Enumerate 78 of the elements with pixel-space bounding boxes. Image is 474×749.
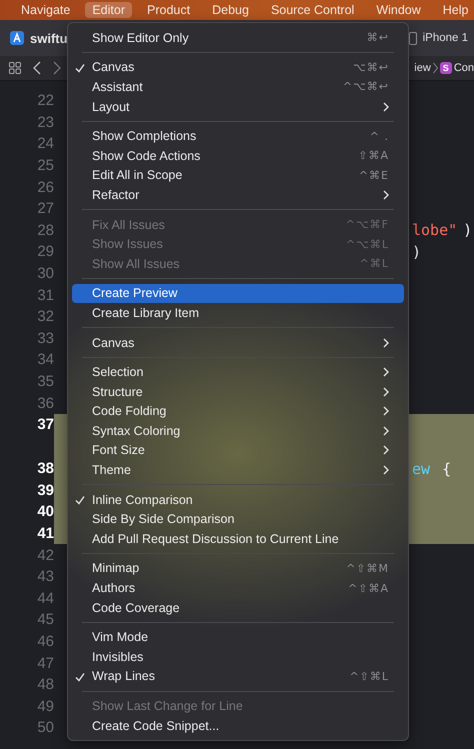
line-number: 43 xyxy=(36,568,54,586)
code-token: ) xyxy=(412,242,422,261)
menu-bar-item[interactable]: Product xyxy=(140,2,198,18)
back-icon[interactable] xyxy=(33,61,41,75)
menu-item[interactable]: Show Completions ^ . xyxy=(72,126,404,146)
line-number: 50 xyxy=(36,719,54,736)
line-number: 45 xyxy=(36,611,54,628)
line-number: 34 xyxy=(36,351,54,368)
menu-item[interactable]: Side By Side Comparison xyxy=(72,509,404,530)
breadcrumb-item[interactable]: Con xyxy=(454,62,474,74)
menu-item[interactable]: Show Editor Only ⌘↩ xyxy=(72,28,404,48)
line-number: 29 xyxy=(36,243,54,260)
menu-item[interactable]: Layout xyxy=(72,96,404,116)
menu-item[interactable]: Refactor xyxy=(72,185,404,205)
line-number: 42 xyxy=(36,546,54,564)
menu-item[interactable]: Invisibles xyxy=(72,647,404,667)
project-name[interactable]: swiftu xyxy=(30,30,68,46)
menu-bar-item[interactable]: Navigate xyxy=(14,2,78,18)
menu-item[interactable]: Assistant ^⌥⌘↩ xyxy=(72,77,404,97)
device-selector[interactable]: iPhone 1 xyxy=(422,32,468,44)
line-number: 36 xyxy=(36,394,54,412)
menu-item[interactable]: Canvas ⌥⌘↩ xyxy=(72,58,404,78)
line-number: 41 xyxy=(36,524,54,542)
menu-item[interactable]: Minimap ^⇧⌘M xyxy=(72,558,404,578)
menu-item[interactable]: Create Preview xyxy=(72,284,404,304)
breadcrumb-item[interactable]: iew xyxy=(414,62,431,74)
menu-item[interactable]: Selection xyxy=(72,362,404,382)
menu-item[interactable]: Create Library Item xyxy=(72,303,404,323)
line-number: 49 xyxy=(36,698,54,715)
menu-item[interactable]: Vim Mode xyxy=(72,627,404,648)
line-number: 22 xyxy=(36,92,54,110)
line-number: 40 xyxy=(36,503,54,520)
line-number: 25 xyxy=(36,157,54,174)
line-number: 32 xyxy=(36,308,54,326)
menu-item[interactable]: Canvas xyxy=(72,332,404,352)
line-number: 33 xyxy=(36,330,54,347)
menu-item[interactable]: Add Pull Request Discussion to Current Line xyxy=(72,529,404,549)
menu-item[interactable]: Inline Comparison xyxy=(72,490,404,510)
chevron-icon xyxy=(432,62,438,74)
menu-bar-item[interactable]: Source Control xyxy=(264,2,362,18)
grid-icon[interactable] xyxy=(9,62,21,74)
menu-item[interactable]: Font Size xyxy=(72,440,404,460)
menu-bar-item[interactable]: Help xyxy=(436,2,474,18)
menu-item[interactable]: Authors ^⇧⌘A xyxy=(72,578,404,598)
phone-icon xyxy=(408,32,417,44)
line-number: 26 xyxy=(36,178,54,196)
line-number: 47 xyxy=(36,654,54,672)
struct-badge: S xyxy=(440,62,452,74)
line-number: 23 xyxy=(36,114,54,131)
line-number: 27 xyxy=(36,200,54,218)
menu-item[interactable]: Structure xyxy=(72,382,404,402)
line-number: 37 xyxy=(36,414,54,433)
line-number: 44 xyxy=(36,590,54,607)
line-number: 31 xyxy=(36,286,54,304)
code-token: { xyxy=(442,460,452,478)
code-token: lobe" xyxy=(412,221,458,240)
menu-item[interactable]: Syntax Coloring xyxy=(72,421,404,441)
line-number: 39 xyxy=(36,482,54,499)
code-token: ) xyxy=(463,221,472,240)
line-number: 35 xyxy=(36,373,54,390)
menu-item[interactable]: Edit All in Scope ^⌘E xyxy=(72,166,404,186)
forward-icon[interactable] xyxy=(53,61,61,75)
line-number: 24 xyxy=(36,135,54,152)
menu-bar-item[interactable]: Debug xyxy=(205,2,256,18)
app-icon xyxy=(10,31,24,45)
menu-item[interactable]: Show Code Actions ⇧⌘A xyxy=(72,146,404,166)
line-number: 28 xyxy=(36,222,54,239)
menu-item[interactable]: Code Coverage xyxy=(72,598,404,618)
menu-item[interactable]: Theme xyxy=(72,460,404,480)
menu-bar-item[interactable]: Window xyxy=(369,2,428,18)
code-token: ew xyxy=(412,460,430,478)
line-number: 30 xyxy=(36,265,54,282)
menu-item[interactable]: Create Code Snippet... xyxy=(72,716,404,736)
line-number: 38 xyxy=(36,460,54,478)
menu-item[interactable]: Code Folding xyxy=(72,402,404,422)
menu-item[interactable]: Wrap Lines ^⇧⌘L xyxy=(72,666,404,686)
line-number: 46 xyxy=(36,632,54,650)
line-number: 48 xyxy=(36,676,54,694)
